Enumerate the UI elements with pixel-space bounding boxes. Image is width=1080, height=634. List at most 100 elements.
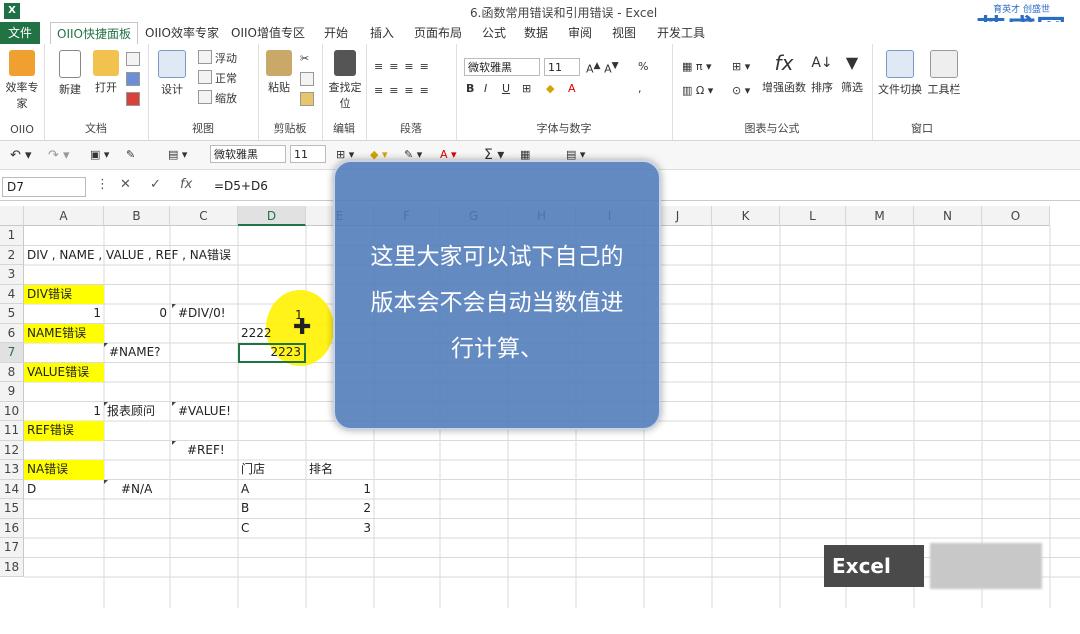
qat-font-select[interactable]: 微软雅黑 [210,145,286,163]
comma-style-icon[interactable]: , [638,82,642,95]
format-painter-icon[interactable] [300,92,317,107]
undo-icon[interactable]: ↶ ▾ [10,148,32,163]
tab-formulas[interactable]: 公式 [476,22,512,44]
row-header-2[interactable]: 2 [0,245,24,265]
cell-e15[interactable]: 2 [306,499,374,519]
cell-e16[interactable]: 3 [306,519,374,539]
redo-icon[interactable]: ↷ ▾ [48,148,70,163]
row-header-16[interactable]: 16 [0,518,24,538]
col-header-l[interactable]: L [780,206,846,226]
tab-review[interactable]: 审阅 [562,22,598,44]
sort-button[interactable]: A↓ 排序 [808,50,836,95]
new-button[interactable]: 新建 [52,50,88,97]
enhanced-function-button[interactable]: fx 增强函数 [762,50,806,95]
efficiency-expert-button[interactable]: 效率专家 [2,50,42,111]
row-header-14[interactable]: 14 [0,479,24,499]
row-header-10[interactable]: 10 [0,401,24,421]
tab-file[interactable]: 文件 [0,22,40,44]
row-header-7[interactable]: 7 [0,343,24,363]
formula-input[interactable]: =D5+D6 [214,179,268,193]
row-header-3[interactable]: 3 [0,265,24,285]
filter-button[interactable]: ▼ 筛选 [838,50,866,95]
insert-function-icon[interactable]: fx [180,177,192,192]
cell-a5[interactable]: 1 [24,304,104,324]
qat-size-select[interactable]: 11 [290,145,326,163]
indent-icons[interactable]: ≡≡≡≡ [374,84,435,97]
percent-icon[interactable]: % [638,60,648,73]
cell-a8[interactable]: VALUE错误 [24,362,104,382]
col-header-k[interactable]: K [712,206,780,226]
col-header-c[interactable]: C [170,206,238,226]
row-header-4[interactable]: 4 [0,284,24,304]
tab-oiio-value[interactable]: OIIO增值专区 [228,22,308,44]
cell-c12[interactable]: #REF! [184,441,228,461]
cell-d6[interactable]: 2222 [238,324,275,344]
fill-color-icon[interactable]: ◆ [546,82,554,95]
cell-b10[interactable]: 报表顾问 [104,402,158,422]
normal-button[interactable]: 正常 [198,70,237,86]
row-header-15[interactable]: 15 [0,499,24,519]
view-icon[interactable]: ▤ ▾ [168,148,187,161]
col-header-m[interactable]: M [846,206,914,226]
find-locate-button[interactable]: 查找定位 [324,50,366,111]
file-switch-button[interactable]: 文件切换 [878,50,922,97]
cell-d13[interactable]: 门店 [238,460,268,480]
cell-a2[interactable]: DIV , NAME , VALUE , REF , NA错误 [24,246,234,266]
tab-developer[interactable]: 开发工具 [652,22,710,44]
cell-b7[interactable]: #NAME? [106,343,164,363]
bold-icon[interactable]: B [466,82,474,95]
print-icon[interactable] [126,52,143,67]
row-header-11[interactable]: 11 [0,421,24,441]
close-doc-icon[interactable] [126,92,143,107]
italic-icon[interactable]: I [484,82,487,95]
cell-d16[interactable]: C [238,519,252,539]
col-header-o[interactable]: O [982,206,1050,226]
row-header-17[interactable]: 17 [0,538,24,558]
cell-d7-active[interactable]: 2223 [238,343,306,363]
font-size-select[interactable]: 11 [544,58,580,76]
row-header-18[interactable]: 18 [0,557,24,577]
row-header-1[interactable]: 1 [0,226,24,246]
underline-icon[interactable]: U [502,82,510,95]
cell-e14[interactable]: 1 [306,480,374,500]
cell-a11[interactable]: REF错误 [24,421,104,441]
col-header-n[interactable]: N [914,206,982,226]
cell-c5[interactable]: #DIV/0! [175,304,229,324]
cut-icon[interactable]: ✂ [300,52,309,65]
cell-a6[interactable]: NAME错误 [24,323,104,343]
open-button[interactable]: 打开 [88,50,124,95]
tab-insert[interactable]: 插入 [364,22,400,44]
zoom-button[interactable]: 缩放 [198,90,237,106]
table-icon[interactable]: ▦ π ▾ [682,60,712,73]
shape-icon[interactable]: ⊞ ▾ [732,60,750,73]
col-header-a[interactable]: A [24,206,104,226]
cancel-icon[interactable]: ✕ [120,177,131,192]
link-icon[interactable]: ⊙ ▾ [732,84,750,97]
tab-oiio-efficiency[interactable]: OIIO效率专家 [142,22,222,44]
cell-a14[interactable]: D [24,480,39,500]
row-header-13[interactable]: 13 [0,460,24,480]
grow-font-icon[interactable]: A▲ A▼ [586,60,619,76]
paste-button[interactable]: 粘贴 [262,50,296,95]
select-all-corner[interactable] [0,206,24,226]
camera-icon[interactable]: ▣ ▾ [90,148,109,161]
copy-icon[interactable] [300,72,317,87]
toolbar-button[interactable]: 工具栏 [924,50,964,97]
row-header-9[interactable]: 9 [0,382,24,402]
cell-d14[interactable]: A [238,480,252,500]
chart-icon[interactable]: ▥ Ω ▾ [682,84,713,97]
cell-b5[interactable]: 0 [104,304,170,324]
col-header-b[interactable]: B [104,206,170,226]
cell-a4[interactable]: DIV错误 [24,284,104,304]
tab-page-layout[interactable]: 页面布局 [410,22,466,44]
brush-icon[interactable]: ✎ [126,148,135,161]
cell-a10[interactable]: 1 [24,402,104,422]
tab-data[interactable]: 数据 [518,22,554,44]
cell-c10[interactable]: #VALUE! [175,402,234,422]
tab-oiio-quick[interactable]: OIIO快捷面板 [50,22,138,46]
save-icon[interactable] [126,72,143,87]
col-header-d[interactable]: D [238,206,306,226]
border-icon[interactable]: ⊞ [522,82,531,95]
font-color-icon[interactable]: A [568,82,576,95]
cell-a13[interactable]: NA错误 [24,460,104,480]
